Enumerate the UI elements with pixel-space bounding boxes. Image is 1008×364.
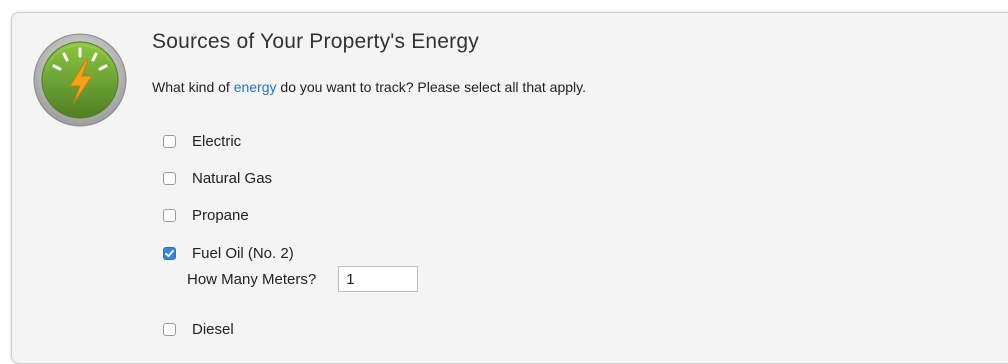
propane-checkbox[interactable] [163, 208, 176, 222]
energy-link[interactable]: energy [234, 79, 277, 95]
meters-label: How Many Meters? [187, 270, 317, 288]
option-diesel[interactable]: Diesel [163, 318, 234, 340]
option-label: Diesel [192, 320, 234, 338]
question-prefix: What kind of [152, 79, 234, 95]
lightning-bolt-gauge-icon [30, 30, 130, 130]
meters-row: How Many Meters? [187, 265, 419, 293]
option-natural-gas[interactable]: Natural Gas [163, 167, 272, 189]
diesel-checkbox[interactable] [163, 322, 176, 336]
fuel-oil-checkbox[interactable] [163, 246, 176, 260]
option-label: Propane [192, 206, 249, 224]
option-propane[interactable]: Propane [163, 204, 249, 226]
question-suffix: do you want to track? Please select all … [276, 79, 586, 95]
natural-gas-checkbox[interactable] [163, 171, 176, 185]
option-label: Natural Gas [192, 169, 273, 187]
energy-sources-panel [11, 12, 1008, 364]
checkmark-icon [165, 249, 174, 257]
electric-checkbox[interactable] [163, 134, 176, 148]
option-label: Fuel Oil (No. 2) [192, 244, 294, 262]
section-title: Sources of Your Property's Energy [152, 30, 479, 53]
option-electric[interactable]: Electric [163, 130, 241, 152]
option-fuel-oil[interactable]: Fuel Oil (No. 2) [163, 242, 294, 264]
meters-count-input[interactable] [338, 266, 419, 292]
section-question: What kind of energy do you want to track… [152, 79, 586, 95]
option-label: Electric [192, 132, 242, 150]
